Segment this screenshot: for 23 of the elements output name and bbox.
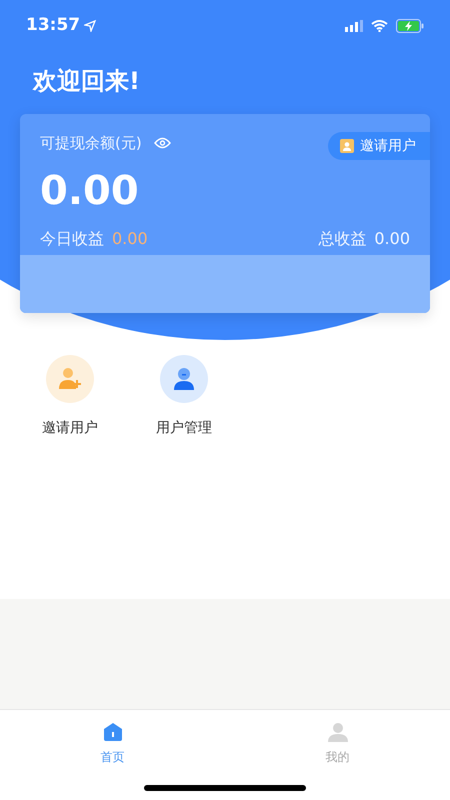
signal-icon [345, 20, 363, 32]
today-earnings-value: 0.00 [112, 228, 148, 250]
invite-user-button[interactable]: 邀请用户 [328, 132, 430, 160]
today-earnings-label: 今日收益 [40, 228, 104, 250]
battery-icon [396, 19, 424, 33]
total-earnings-value: 0.00 [374, 228, 410, 250]
balance-amount: 0.00 [40, 170, 140, 210]
eye-icon[interactable] [154, 137, 171, 150]
user-icon [340, 139, 354, 153]
balance-label: 可提现余额(元) [40, 133, 142, 154]
home-icon [102, 722, 122, 742]
tab[interactable]: 我的 [225, 710, 450, 766]
location-icon [84, 20, 96, 32]
user-icon [328, 722, 348, 742]
welcome-title: 欢迎回来! [33, 66, 140, 97]
action-item[interactable]: 邀请用户 [28, 355, 112, 439]
tab[interactable]: 首页 [0, 710, 225, 766]
total-earnings-label: 总收益 [318, 228, 366, 250]
status-time: 13:57 [26, 14, 80, 38]
wifi-icon [371, 20, 388, 32]
user-icon [160, 355, 208, 403]
add-user-icon [46, 355, 94, 403]
action-item[interactable]: 用户管理 [142, 355, 226, 439]
